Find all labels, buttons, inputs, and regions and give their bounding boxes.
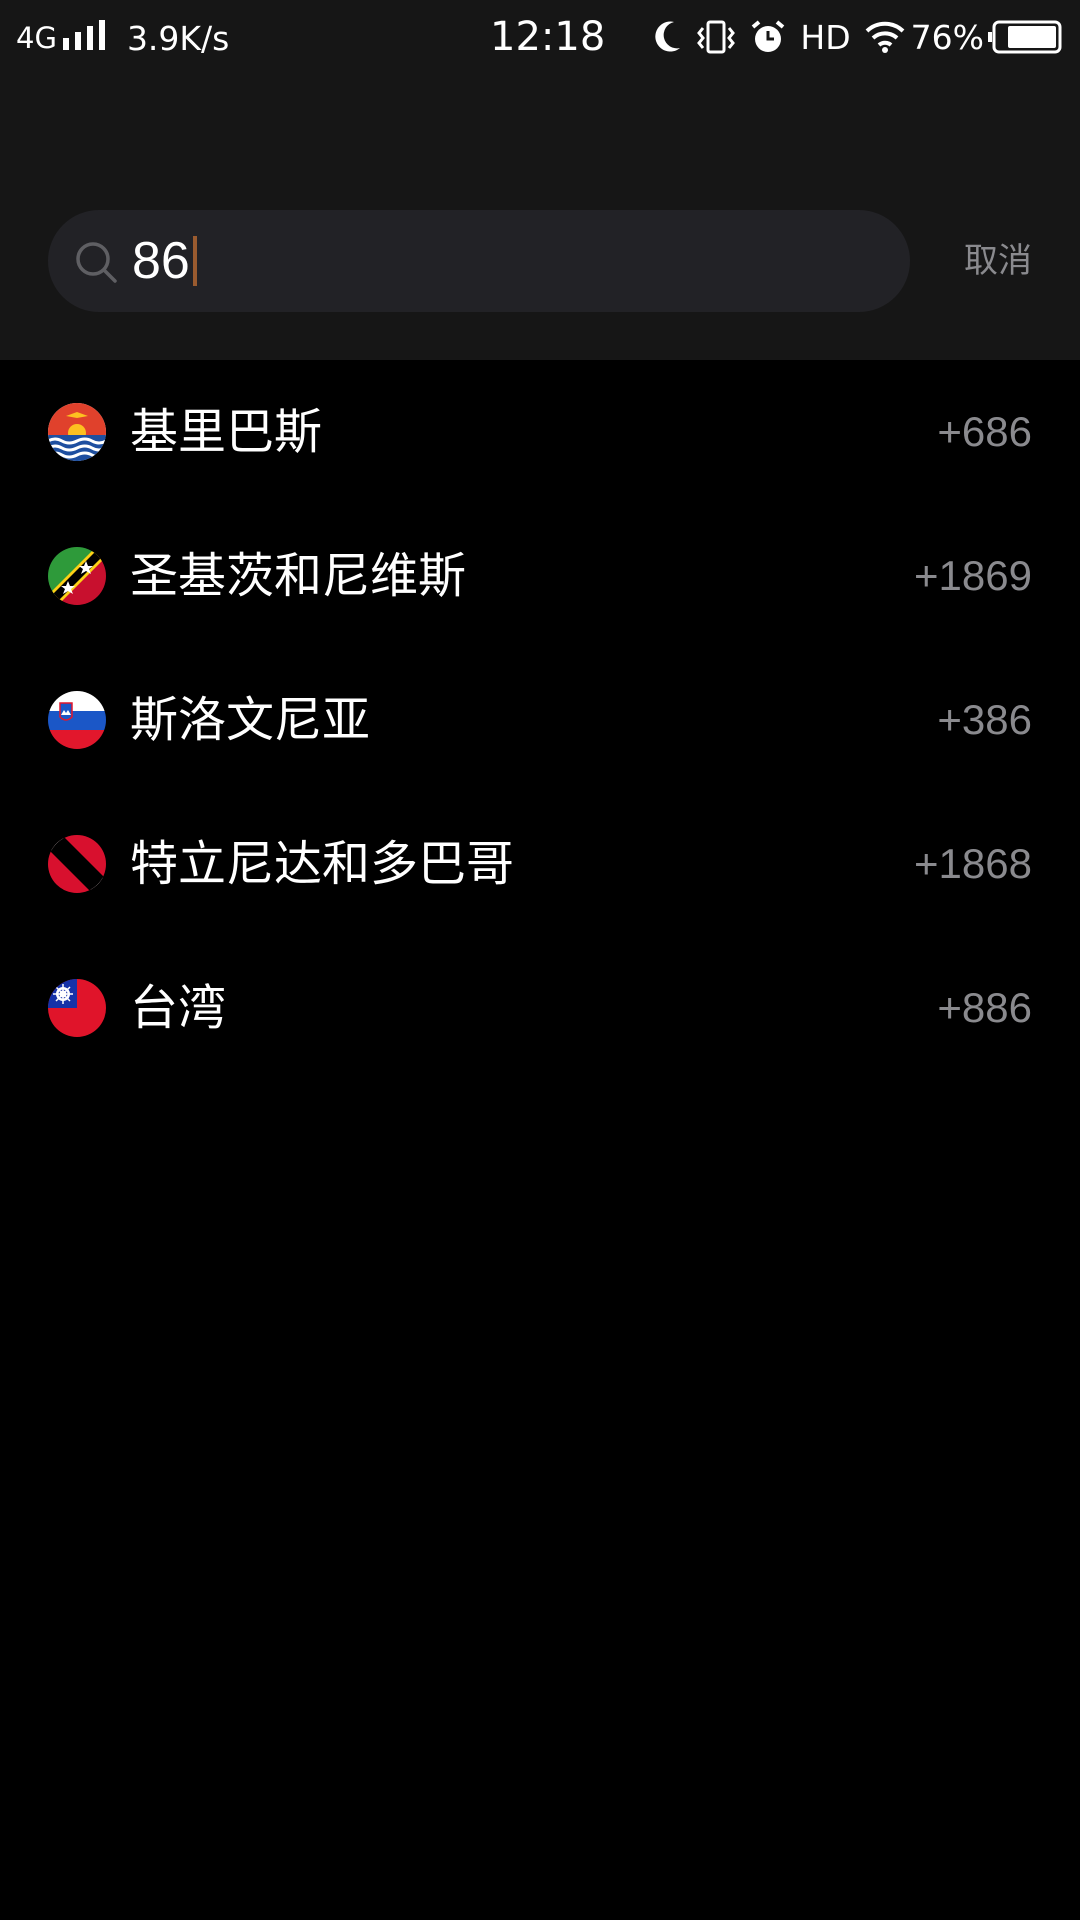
alarm-icon <box>750 19 786 55</box>
status-bar-left: 4G 3.9K/s <box>16 16 229 60</box>
search-query-text: 86 <box>132 232 190 290</box>
clock: 12:18 <box>490 14 606 60</box>
dial-code: +886 <box>937 984 1032 1031</box>
country-name: 基里巴斯 <box>130 404 323 460</box>
taiwan-flag-icon <box>48 979 106 1037</box>
list-item[interactable]: 圣基茨和尼维斯 +1869 <box>0 504 1080 648</box>
network-type: 4G <box>16 21 57 55</box>
country-name: 特立尼达和多巴哥 <box>130 836 515 892</box>
country-name: 台湾 <box>130 980 227 1036</box>
network-speed: 3.9K/s <box>126 18 230 58</box>
header: 4G 3.9K/s 12:18 HD 76% 86 取消 <box>0 0 1080 360</box>
list-item[interactable]: 台湾 +886 <box>0 936 1080 1080</box>
status-bar-right: HD 76% <box>638 14 1062 60</box>
kiribati-flag-icon <box>48 403 106 461</box>
vibrate-icon <box>696 20 736 54</box>
text-caret <box>192 236 197 286</box>
list-item[interactable]: 斯洛文尼亚 +386 <box>0 648 1080 792</box>
dial-code: +1869 <box>914 552 1032 599</box>
country-code-list: 基里巴斯 +686 圣基茨和尼维斯 +1869 斯洛文尼亚 +386 特立尼达和… <box>0 360 1080 1080</box>
hd-indicator: HD <box>800 17 851 57</box>
moon-icon <box>652 20 682 54</box>
cancel-button[interactable]: 取消 <box>964 236 1032 286</box>
battery-percent: 76% <box>910 17 984 57</box>
wifi-icon <box>865 21 905 53</box>
signal-icon <box>62 19 105 58</box>
search-input[interactable]: 86 <box>132 210 197 312</box>
status-bar: 4G 3.9K/s 12:18 HD 76% <box>0 0 1080 76</box>
dial-code: +686 <box>937 408 1032 455</box>
dial-code: +1868 <box>914 840 1032 887</box>
saint-kitts-and-nevis-flag-icon <box>48 547 106 605</box>
slovenia-flag-icon <box>48 691 106 749</box>
search-field[interactable]: 86 <box>48 210 910 312</box>
country-name: 圣基茨和尼维斯 <box>130 548 467 604</box>
country-name: 斯洛文尼亚 <box>130 692 371 748</box>
search-icon <box>76 242 117 283</box>
battery-icon <box>988 20 1062 54</box>
trinidad-and-tobago-flag-icon <box>48 835 106 893</box>
dial-code: +386 <box>937 696 1032 743</box>
list-item[interactable]: 特立尼达和多巴哥 +1868 <box>0 792 1080 936</box>
list-item[interactable]: 基里巴斯 +686 <box>0 360 1080 504</box>
